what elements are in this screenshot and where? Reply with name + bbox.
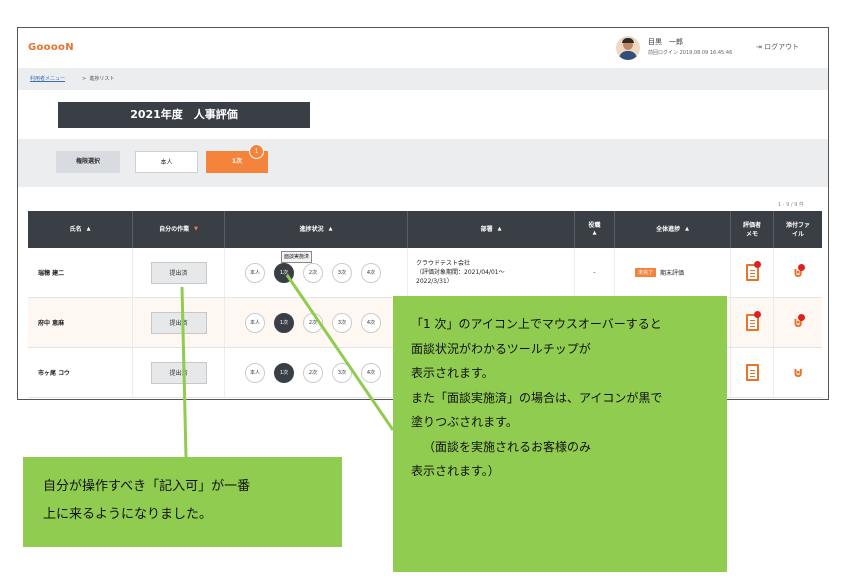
task-status-button[interactable]: 提出済 (150, 361, 207, 384)
filter-option-self[interactable]: 本人 (135, 151, 198, 173)
app-header: GooooN 目黒 一郎 前回ログイン 2019.08.09 16:45:46 … (18, 28, 828, 68)
memo-icon[interactable] (745, 311, 761, 331)
task-status-button[interactable]: 提出済 (150, 311, 207, 334)
col-memo: 評価者 メモ (731, 211, 774, 248)
stage-self[interactable]: 本人 (245, 363, 265, 383)
breadcrumb-current: > 進捗リスト (82, 76, 115, 82)
stage-fourth[interactable]: 4次 (361, 263, 381, 283)
col-overall[interactable]: 全体進捗 ▲ (615, 211, 731, 248)
sort-desc-icon: ▼ (194, 225, 198, 232)
col-progress[interactable]: 進捗状況 ▲ (225, 211, 408, 248)
col-task[interactable]: 自分の作業 ▼ (133, 211, 225, 248)
stage-second[interactable]: 2次 (303, 313, 323, 333)
table-header: 氏名 ▲ 自分の作業 ▼ 進捗状況 ▲ 部署 ▲ 役職 ▲ 全体進捗 ▲ 評価者 メモ 添付フ… (28, 211, 822, 248)
memo-icon[interactable] (745, 364, 759, 381)
stage-third[interactable]: 3次 (332, 363, 352, 383)
stage-self[interactable]: 本人 (245, 313, 265, 333)
stage-tooltip: 面談実施済 (281, 251, 313, 263)
memo-icon[interactable] (745, 261, 761, 281)
stage-first[interactable]: 1次 (274, 313, 294, 333)
last-login: 前回ログイン 2019.08.09 16:45:46 (648, 50, 733, 56)
task-status-button[interactable]: 提出済 (150, 261, 207, 284)
stage-first[interactable]: 1次 (274, 363, 294, 383)
col-file: 添付ファ イル (785, 221, 810, 238)
col-dept[interactable]: 部署 ▲ (408, 211, 575, 248)
status-badge: 未完了 (635, 268, 657, 277)
stage-fourth[interactable]: 4次 (361, 313, 381, 333)
logout-icon: ⇥ (756, 43, 762, 51)
user-name: 目黒 一郎 (648, 38, 683, 46)
filter-count-badge: 1 (249, 144, 264, 159)
stage-first[interactable]: 1次 (274, 263, 294, 283)
callout-sort-note: 自分が操作すべき「記入可」が一番 上に来るようになりました。 (23, 457, 342, 547)
row-name[interactable]: 瑞穂 建二 (28, 248, 133, 297)
col-name[interactable]: 氏名 ▲ (28, 211, 133, 248)
progress-stages: 本人 1次 2次 3次 4次 (225, 348, 408, 397)
permission-select-label: 権限選択 (56, 151, 120, 173)
stage-third[interactable]: 3次 (332, 263, 352, 283)
sort-icon: ▲ (497, 225, 502, 232)
row-dept: クラウドテスト会社 （評価対象期間：2021/04/01～ 2022/3/31） (408, 248, 575, 297)
attachment-icon[interactable]: ⊍ (792, 263, 806, 280)
attachment-icon[interactable]: ⊍ (792, 366, 803, 380)
filter-bar: 権限選択 本人 1次 (18, 139, 828, 187)
row-role: - (575, 248, 615, 297)
progress-stages: 本人 1次 2次 3次 4次 (225, 298, 408, 347)
result-count: 1 - 9 / 9 件 (778, 202, 804, 208)
table-row[interactable]: 瑞穂 建二 提出済 本人 1次 2次 3次 4次 面談実施済 クラウドテスト会社… (28, 248, 822, 298)
callout-tooltip-note: 「1 次」のアイコン上でマウスオーバーすると 面談状況がわかるツールチップが 表… (393, 296, 727, 572)
stage-third[interactable]: 3次 (332, 313, 352, 333)
avatar[interactable] (616, 36, 640, 60)
col-role[interactable]: 役職 ▲ (575, 211, 615, 248)
row-overall: 未完了 期末評価 (615, 248, 731, 297)
sort-icon: ▲ (86, 225, 91, 232)
page-title: 2021年度 人事評価 (58, 102, 310, 128)
breadcrumb-root[interactable]: 利用者メニュー (30, 75, 65, 82)
stage-self[interactable]: 本人 (245, 263, 265, 283)
breadcrumb: 利用者メニュー > 進捗リスト (18, 68, 828, 90)
stage-fourth[interactable]: 4次 (361, 363, 381, 383)
sort-icon: ▲ (685, 225, 689, 232)
sort-icon: ▲ (592, 230, 597, 237)
attachment-icon[interactable]: ⊍ (792, 313, 806, 330)
row-name[interactable]: 府中 恵麻 (28, 298, 133, 347)
logout-label: ログアウト (764, 43, 800, 51)
logo: GooooN (28, 42, 74, 53)
stage-second[interactable]: 2次 (303, 363, 323, 383)
sort-icon: ▲ (328, 225, 333, 232)
progress-stages: 本人 1次 2次 3次 4次 面談実施済 (225, 248, 408, 297)
stage-second[interactable]: 2次 (303, 263, 323, 283)
row-name[interactable]: 市ヶ尾 コウ (28, 348, 133, 397)
logout-button[interactable]: ⇥ ログアウト (756, 42, 799, 52)
